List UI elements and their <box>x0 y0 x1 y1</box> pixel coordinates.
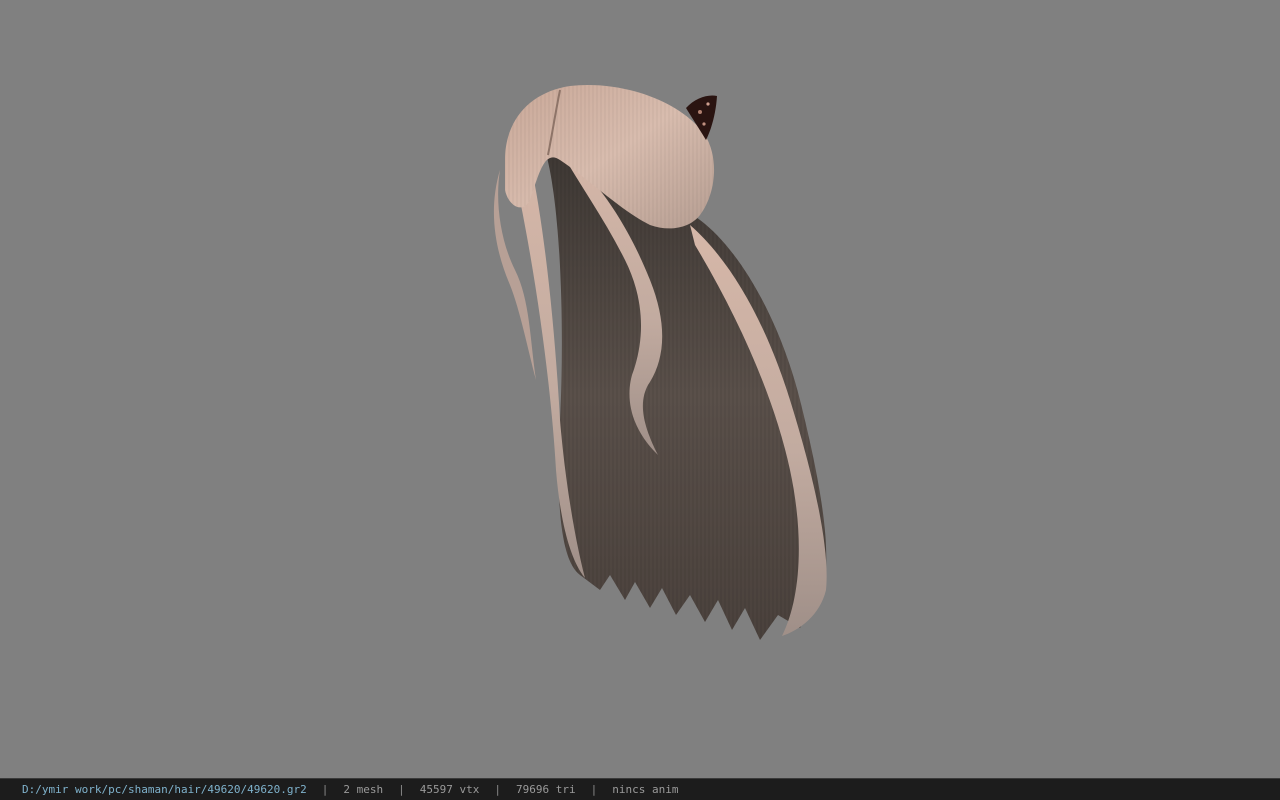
3d-viewport[interactable] <box>0 0 1280 778</box>
file-path-label: D:/ymir work/pc/shaman/hair/49620/49620.… <box>22 783 307 796</box>
separator: | <box>494 783 502 796</box>
vertex-count-label: 45597 vtx <box>419 783 480 796</box>
status-bar: D:/ymir work/pc/shaman/hair/49620/49620.… <box>0 778 1280 800</box>
hair-model-render <box>493 84 827 640</box>
animation-status-label: nincs anim <box>612 783 679 796</box>
separator: | <box>321 783 329 796</box>
triangle-count-label: 79696 tri <box>516 783 576 796</box>
separator: | <box>398 783 405 796</box>
separator: | <box>590 783 598 796</box>
mesh-count-label: 2 mesh <box>343 783 384 796</box>
